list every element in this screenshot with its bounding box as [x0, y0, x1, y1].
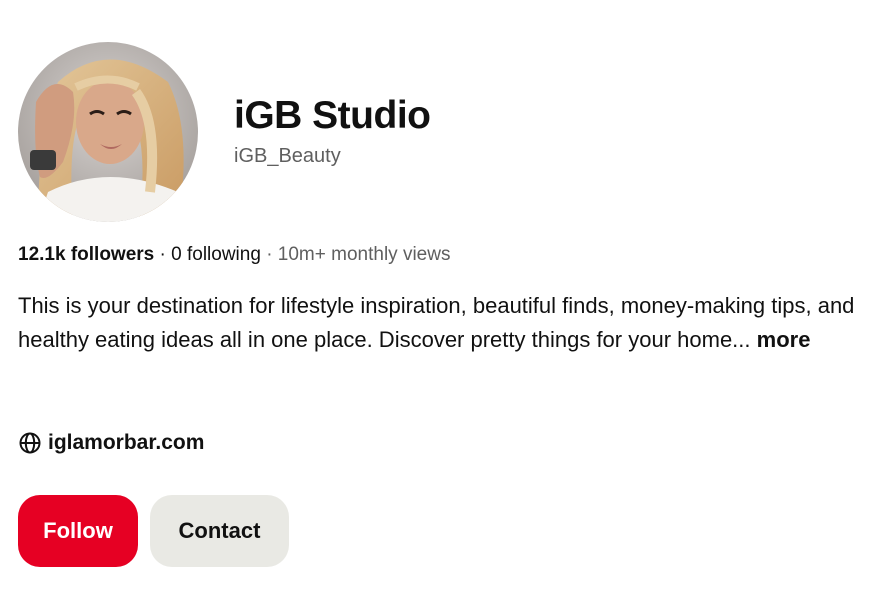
profile-actions: Follow Contact [18, 495, 289, 567]
contact-button[interactable]: Contact [150, 495, 289, 567]
profile-stats: 12.1k followers · 0 following · 10m+ mon… [18, 240, 450, 270]
profile-header: iGB Studio iGB_Beauty [234, 90, 431, 170]
followers-count[interactable]: 12.1k followers [18, 244, 154, 265]
profile-bio: This is your destination for lifestyle i… [18, 289, 868, 357]
follow-button[interactable]: Follow [18, 495, 138, 567]
stats-separator: · [159, 244, 166, 265]
monthly-views: 10m+ monthly views [277, 244, 451, 265]
avatar-photo [18, 42, 198, 222]
profile-name: iGB Studio [234, 94, 431, 137]
stats-separator: · [266, 244, 273, 265]
website-label: iglamorbar.com [48, 431, 205, 454]
website-link[interactable]: iglamorbar.com [18, 428, 204, 458]
bio-text: This is your destination for lifestyle i… [18, 293, 855, 352]
avatar[interactable] [18, 42, 198, 222]
bio-more-link[interactable]: more [757, 327, 811, 352]
globe-icon [18, 431, 42, 455]
profile-username: iGB_Beauty [234, 145, 341, 167]
following-count[interactable]: 0 following [171, 244, 261, 265]
